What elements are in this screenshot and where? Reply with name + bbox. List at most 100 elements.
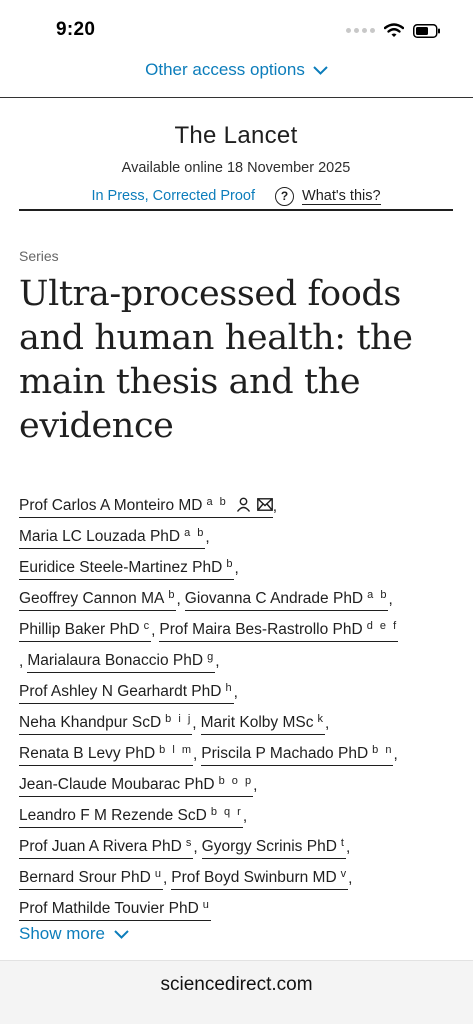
header-divider — [19, 209, 453, 211]
author-link[interactable]: Geoffrey Cannon MA b — [19, 589, 177, 611]
author-affiliations: t — [340, 837, 346, 849]
author-name: Prof Ashley N Gearhardt PhD — [19, 683, 222, 700]
journal-header: The Lancet Available online 18 November … — [19, 122, 453, 208]
author-line: Euridice Steele-Martinez PhD b , — [19, 558, 459, 590]
author-name: Prof Maira Bes-Rastrollo PhD — [159, 621, 363, 638]
author-separator: , — [176, 591, 181, 608]
author-name: Geoffrey Cannon MA — [19, 590, 165, 607]
author-separator: , — [388, 591, 393, 608]
author-separator: , — [162, 870, 168, 887]
author-line: Prof Ashley N Gearhardt PhD h , — [19, 682, 459, 714]
author-list: Prof Carlos A Monteiro MD a b , Maria LC… — [19, 496, 459, 931]
author-link[interactable]: Renata B Levy PhD b l m — [19, 744, 193, 766]
author-name: Prof Juan A Rivera PhD — [19, 838, 182, 855]
author-link[interactable]: Prof Juan A Rivera PhD s — [19, 837, 194, 859]
article-status-row: In Press, Corrected Proof ? What's this? — [19, 184, 453, 208]
cellular-signal-icon — [346, 28, 375, 33]
author-link[interactable]: Gyorgy Scrinis PhD t — [201, 837, 346, 859]
author-affiliations: a b — [184, 527, 206, 539]
author-link[interactable]: Marit Kolby MSc k — [200, 713, 325, 735]
access-label: Other access options — [145, 60, 305, 79]
author-separator: , — [272, 498, 278, 515]
person-icon — [236, 497, 250, 512]
author-link[interactable]: Prof Boyd Swinburn MD v — [171, 868, 349, 890]
author-name: Giovanna C Andrade PhD — [184, 590, 364, 607]
wifi-icon — [384, 23, 404, 37]
author-link[interactable]: Jean-Claude Moubarac PhD b o p — [19, 775, 254, 797]
author-line: Prof Juan A Rivera PhD s , Gyorgy Scrini… — [19, 837, 459, 869]
author-name: Marialaura Bonaccio PhD — [27, 652, 204, 669]
author-line: Leandro F M Rezende ScD b q r , — [19, 806, 459, 838]
author-affiliations: k — [317, 713, 325, 725]
journal-title[interactable]: The Lancet — [19, 122, 453, 150]
status-time: 9:20 — [56, 19, 96, 40]
other-access-options-link[interactable]: Other access options — [145, 60, 328, 80]
author-affiliations: c — [143, 620, 152, 632]
whats-this-label: What's this? — [302, 187, 381, 205]
author-link[interactable]: Prof Carlos A Monteiro MD a b — [19, 496, 273, 518]
author-link[interactable]: Prof Maira Bes-Rastrollo PhD d e f — [159, 620, 399, 642]
author-link[interactable]: Priscila P Machado PhD b n — [201, 744, 394, 766]
author-name: Phillip Baker PhD — [19, 621, 140, 638]
whats-this-link[interactable]: ? What's this? — [275, 186, 381, 206]
author-link[interactable]: Prof Mathilde Touvier PhD u — [19, 899, 211, 921]
author-affiliations: b — [226, 558, 235, 570]
in-press-status-link[interactable]: In Press, Corrected Proof — [91, 188, 255, 204]
author-name: Prof Carlos A Monteiro MD — [19, 497, 203, 514]
envelope-icon — [256, 498, 273, 511]
author-separator: , — [193, 839, 198, 856]
author-link[interactable]: Giovanna C Andrade PhD a b — [184, 589, 389, 611]
author-separator: , — [393, 746, 398, 763]
article-title: Ultra-processed foods and human health: … — [19, 274, 413, 446]
author-name: Gyorgy Scrinis PhD — [201, 838, 337, 855]
author-affiliations: b n — [372, 744, 394, 756]
author-line: Prof Carlos A Monteiro MD a b , — [19, 496, 459, 528]
show-more-label: Show more — [19, 924, 105, 943]
author-name: Neha Khandpur ScD — [19, 714, 162, 731]
author-affiliations: a b — [367, 589, 389, 601]
browser-address-bar[interactable]: sciencedirect.com — [0, 960, 473, 1024]
available-online-date: Available online 18 November 2025 — [121, 160, 351, 176]
site-domain: sciencedirect.com — [160, 974, 313, 995]
author-affiliations: a b — [206, 496, 228, 508]
author-affiliations: b i j — [165, 713, 193, 725]
author-separator: , — [234, 560, 239, 577]
author-separator: , — [233, 684, 238, 701]
author-link[interactable]: Phillip Baker PhD c — [19, 620, 152, 642]
author-affiliations: u — [202, 899, 211, 911]
author-name: Marit Kolby MSc — [200, 714, 314, 731]
author-link[interactable]: Maria LC Louzada PhD a b — [19, 527, 206, 549]
author-line: Bernard Srour PhD u , Prof Boyd Swinburn… — [19, 868, 459, 900]
author-separator: , — [345, 839, 351, 856]
author-link[interactable]: Marialaura Bonaccio PhD g — [27, 651, 216, 673]
author-affiliations: u — [154, 868, 163, 880]
chevron-down-icon — [313, 65, 328, 75]
author-affiliations: v — [340, 868, 349, 880]
author-link[interactable]: Prof Ashley N Gearhardt PhD h — [19, 682, 234, 704]
author-affiliations: h — [225, 682, 234, 694]
author-link[interactable]: Neha Khandpur ScD b i j — [19, 713, 193, 735]
access-bar: Other access options — [0, 56, 473, 98]
author-name: Prof Boyd Swinburn MD — [171, 869, 337, 886]
author-line: Phillip Baker PhD c , Prof Maira Bes-Ras… — [19, 620, 459, 652]
show-more-button[interactable]: Show more — [19, 924, 129, 944]
author-separator: , — [151, 622, 156, 639]
author-link[interactable]: Euridice Steele-Martinez PhD b — [19, 558, 235, 580]
author-affiliations: b — [168, 589, 177, 601]
author-link[interactable]: Bernard Srour PhD u — [19, 868, 163, 890]
author-separator: , — [253, 777, 258, 794]
author-separator: , — [242, 808, 248, 825]
status-bar: 9:20 — [0, 0, 473, 56]
author-affiliations: b q r — [210, 806, 243, 818]
author-separator: , — [205, 529, 210, 546]
author-name: Prof Mathilde Touvier PhD — [19, 900, 199, 917]
author-name: Maria LC Louzada PhD — [19, 528, 181, 545]
author-name: Euridice Steele-Martinez PhD — [19, 559, 223, 576]
author-link[interactable]: Leandro F M Rezende ScD b q r — [19, 806, 243, 828]
author-line: Maria LC Louzada PhD a b , — [19, 527, 459, 559]
help-circle-icon: ? — [275, 186, 295, 206]
author-separator: , — [324, 715, 330, 732]
author-separator: , — [348, 870, 353, 887]
author-name: Leandro F M Rezende ScD — [19, 807, 207, 824]
author-name: Renata B Levy PhD — [19, 745, 156, 762]
